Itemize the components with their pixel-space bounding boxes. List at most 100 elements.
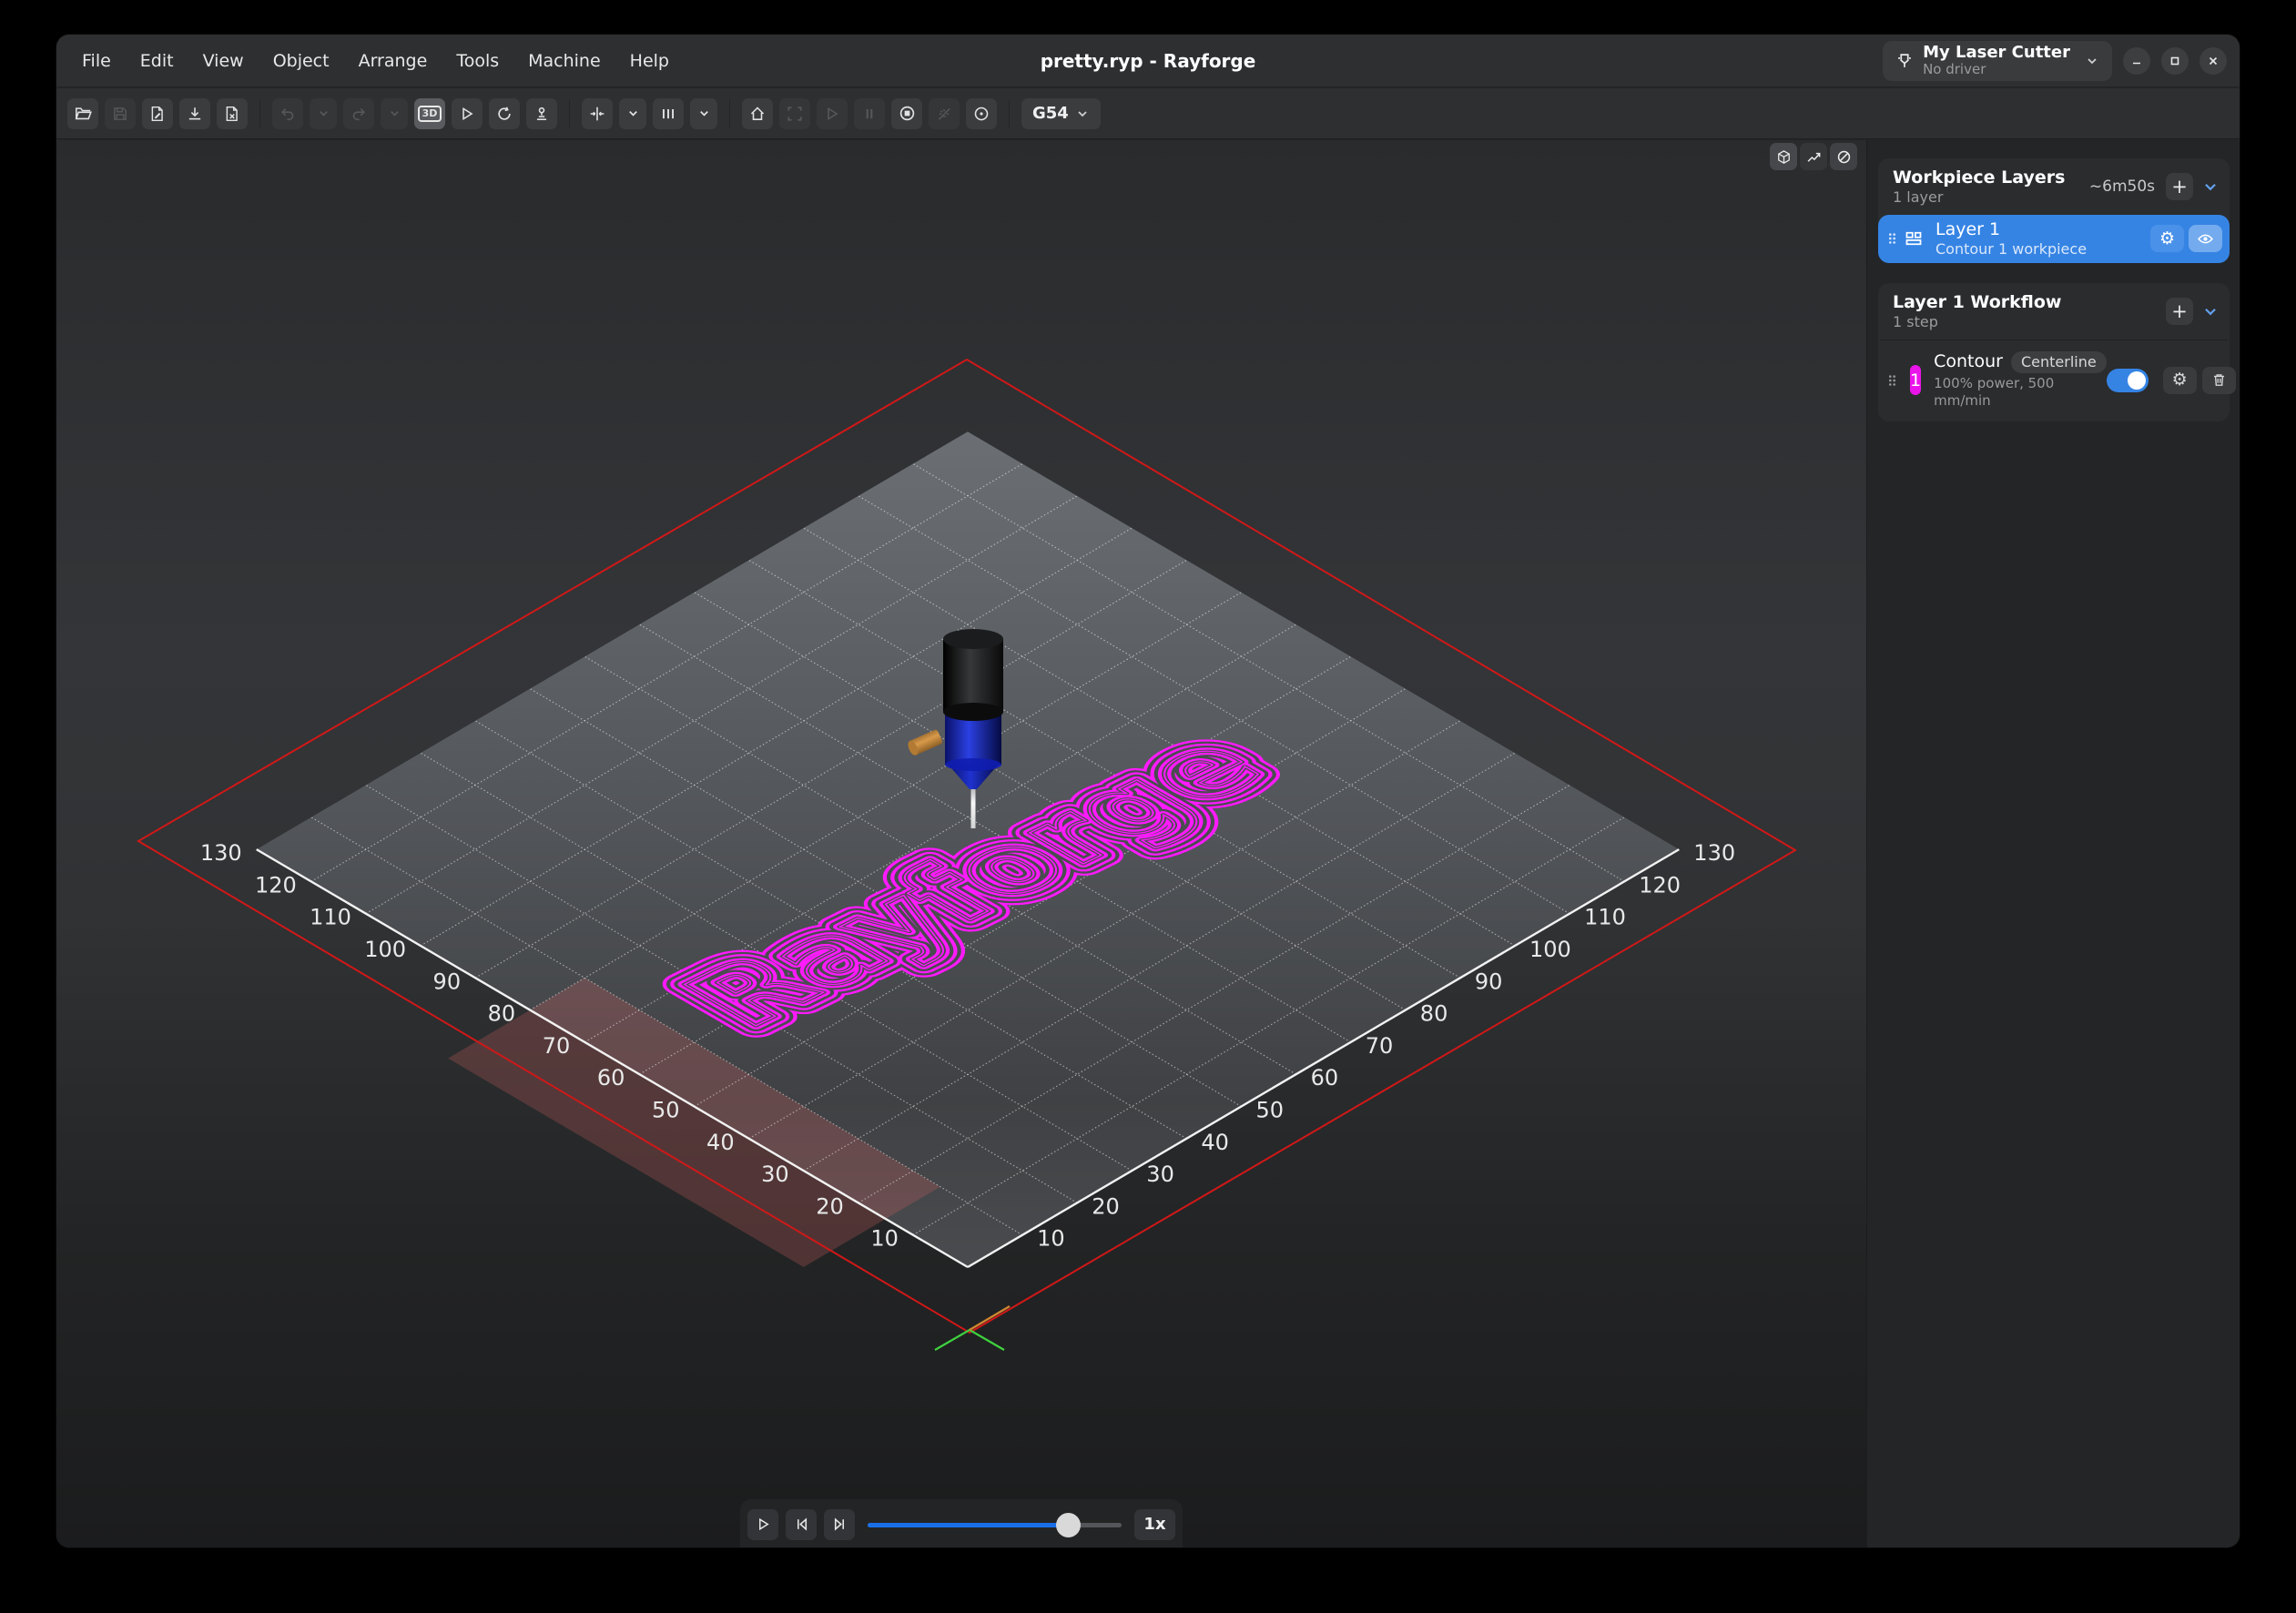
machine-selector-button[interactable]: My Laser Cutter No driver — [1883, 41, 2112, 81]
send-job-button[interactable] — [817, 98, 848, 129]
redo-button[interactable] — [343, 98, 374, 129]
scene-canvas: 1010202030304040505060607070808090901001… — [56, 140, 1866, 1547]
axis-label: 10 — [870, 1226, 899, 1252]
perspective-toggle-button[interactable] — [1770, 143, 1797, 170]
drag-handle-icon[interactable] — [1887, 372, 1897, 389]
menubar: FileEditViewObject ArrangeToolsMachineHel… — [56, 35, 680, 86]
hide-paths-button[interactable] — [1830, 143, 1857, 170]
step-details: 100% power, 500 mm/min — [1934, 375, 2107, 410]
menu-item-file[interactable]: File — [71, 46, 122, 76]
axis-label: 60 — [1311, 1065, 1339, 1091]
skip-to-start-button[interactable] — [786, 1509, 817, 1540]
machine-name: My Laser Cutter — [1923, 44, 2070, 63]
workflow-step-row[interactable]: 1 Contour Centerline 100% power, 500 mm/… — [1878, 340, 2230, 422]
laser-off-button[interactable] — [929, 98, 960, 129]
view-3d-toggle-button[interactable]: 3D — [414, 98, 445, 129]
redo-menu-button[interactable] — [381, 98, 408, 129]
simulate-button[interactable] — [452, 98, 483, 129]
pause-button[interactable] — [854, 98, 885, 129]
simulation-progress-slider[interactable] — [868, 1509, 1122, 1540]
menu-item-help[interactable]: Help — [619, 46, 680, 76]
axis-label: 90 — [433, 969, 462, 994]
axis-label: 70 — [543, 1033, 571, 1059]
axis-label: 30 — [1146, 1162, 1174, 1187]
align-button[interactable] — [582, 98, 613, 129]
toolbar-separator — [259, 100, 260, 127]
maximize-button[interactable] — [2161, 47, 2189, 75]
set-position-button[interactable] — [526, 98, 557, 129]
stop-button[interactable] — [891, 98, 922, 129]
collapse-layers-icon[interactable] — [2202, 178, 2219, 195]
distribute-menu-button[interactable] — [690, 98, 717, 129]
time-estimate: ~6m50s — [2089, 178, 2155, 196]
distribute-button[interactable] — [653, 98, 684, 129]
close-button[interactable] — [2199, 47, 2227, 75]
axis-label: 120 — [255, 872, 297, 898]
import-button[interactable] — [142, 98, 173, 129]
home-button[interactable] — [742, 98, 773, 129]
menu-item-arrange[interactable]: Arrange — [348, 46, 439, 76]
show-travel-moves-button[interactable] — [1800, 143, 1827, 170]
sidebar: Workpiece Layers 1 layer ~6m50s + — [1866, 140, 2240, 1547]
trash-icon — [2211, 372, 2227, 388]
workflow-subtitle: 1 step — [1893, 313, 2166, 330]
axis-label: 100 — [364, 937, 406, 962]
axis-label: 120 — [1639, 872, 1681, 898]
workflow-card: Layer 1 Workflow 1 step + 1 — [1878, 283, 2230, 421]
layer-visibility-button[interactable] — [2189, 225, 2222, 252]
step-number-badge: 1 — [1910, 365, 1921, 395]
step-settings-button[interactable]: ⚙ — [2163, 367, 2197, 394]
menu-item-tools[interactable]: Tools — [445, 46, 510, 76]
regenerate-button[interactable] — [489, 98, 520, 129]
play-button[interactable] — [747, 1509, 778, 1540]
playback-speed-button[interactable]: 1x — [1134, 1509, 1175, 1540]
skip-to-end-button[interactable] — [824, 1509, 855, 1540]
axis-label: 110 — [310, 905, 351, 930]
align-menu-button[interactable] — [619, 98, 646, 129]
export-button[interactable] — [179, 98, 210, 129]
3d-badge: 3D — [418, 106, 442, 122]
layer-row-selected[interactable]: Layer 1 Contour 1 workpiece ⚙ — [1878, 215, 2230, 263]
axis-label: 110 — [1584, 905, 1626, 930]
layer-settings-button[interactable]: ⚙ — [2150, 225, 2184, 252]
menu-item-edit[interactable]: Edit — [129, 46, 185, 76]
workpiece-icon — [1905, 229, 1923, 248]
chevron-down-icon — [2085, 54, 2099, 68]
minimize-button[interactable] — [2123, 47, 2150, 75]
add-layer-button[interactable]: + — [2166, 173, 2193, 200]
add-step-button[interactable]: + — [2166, 298, 2193, 325]
gear-icon: ⚙ — [2172, 371, 2188, 389]
step-name: Contour — [1934, 351, 2003, 373]
collapse-workflow-icon[interactable] — [2202, 303, 2219, 320]
step-delete-button[interactable] — [2202, 367, 2236, 394]
crosshair-button[interactable] — [966, 98, 997, 129]
menu-item-machine[interactable]: Machine — [517, 46, 612, 76]
axis-label: 80 — [488, 1001, 516, 1027]
drag-handle-icon[interactable] — [1887, 230, 1897, 247]
menu-item-view[interactable]: View — [192, 46, 255, 76]
step-enabled-toggle[interactable] — [2107, 369, 2149, 392]
gear-icon: ⚙ — [2159, 230, 2175, 248]
undo-button[interactable] — [272, 98, 303, 129]
clear-document-button[interactable] — [217, 98, 248, 129]
axis-label: 40 — [706, 1130, 735, 1155]
axis-label: 20 — [816, 1193, 844, 1219]
menu-item-object[interactable]: Object — [262, 46, 340, 76]
axis-label: 20 — [1092, 1193, 1120, 1219]
slider-knob[interactable] — [1056, 1513, 1081, 1537]
axis-label: 100 — [1529, 937, 1571, 962]
wcs-label: G54 — [1032, 104, 1069, 123]
viewport-3d[interactable]: 1010202030304040505060607070808090901001… — [56, 140, 1866, 1547]
window-title: pretty.ryp - Rayforge — [1041, 50, 1256, 72]
axis-label: 70 — [1366, 1033, 1394, 1059]
wcs-selector-button[interactable]: G54 — [1021, 98, 1101, 129]
axis-label: 130 — [1693, 840, 1735, 866]
undo-menu-button[interactable] — [310, 98, 337, 129]
origin-x-axis — [970, 1306, 1010, 1330]
frame-button[interactable] — [779, 98, 810, 129]
open-button[interactable] — [67, 98, 98, 129]
axis-label: 130 — [200, 840, 242, 866]
simulation-playbar: 1x — [740, 1499, 1183, 1547]
workpiece-layers-subtitle: 1 layer — [1893, 188, 2089, 206]
save-button[interactable] — [105, 98, 136, 129]
